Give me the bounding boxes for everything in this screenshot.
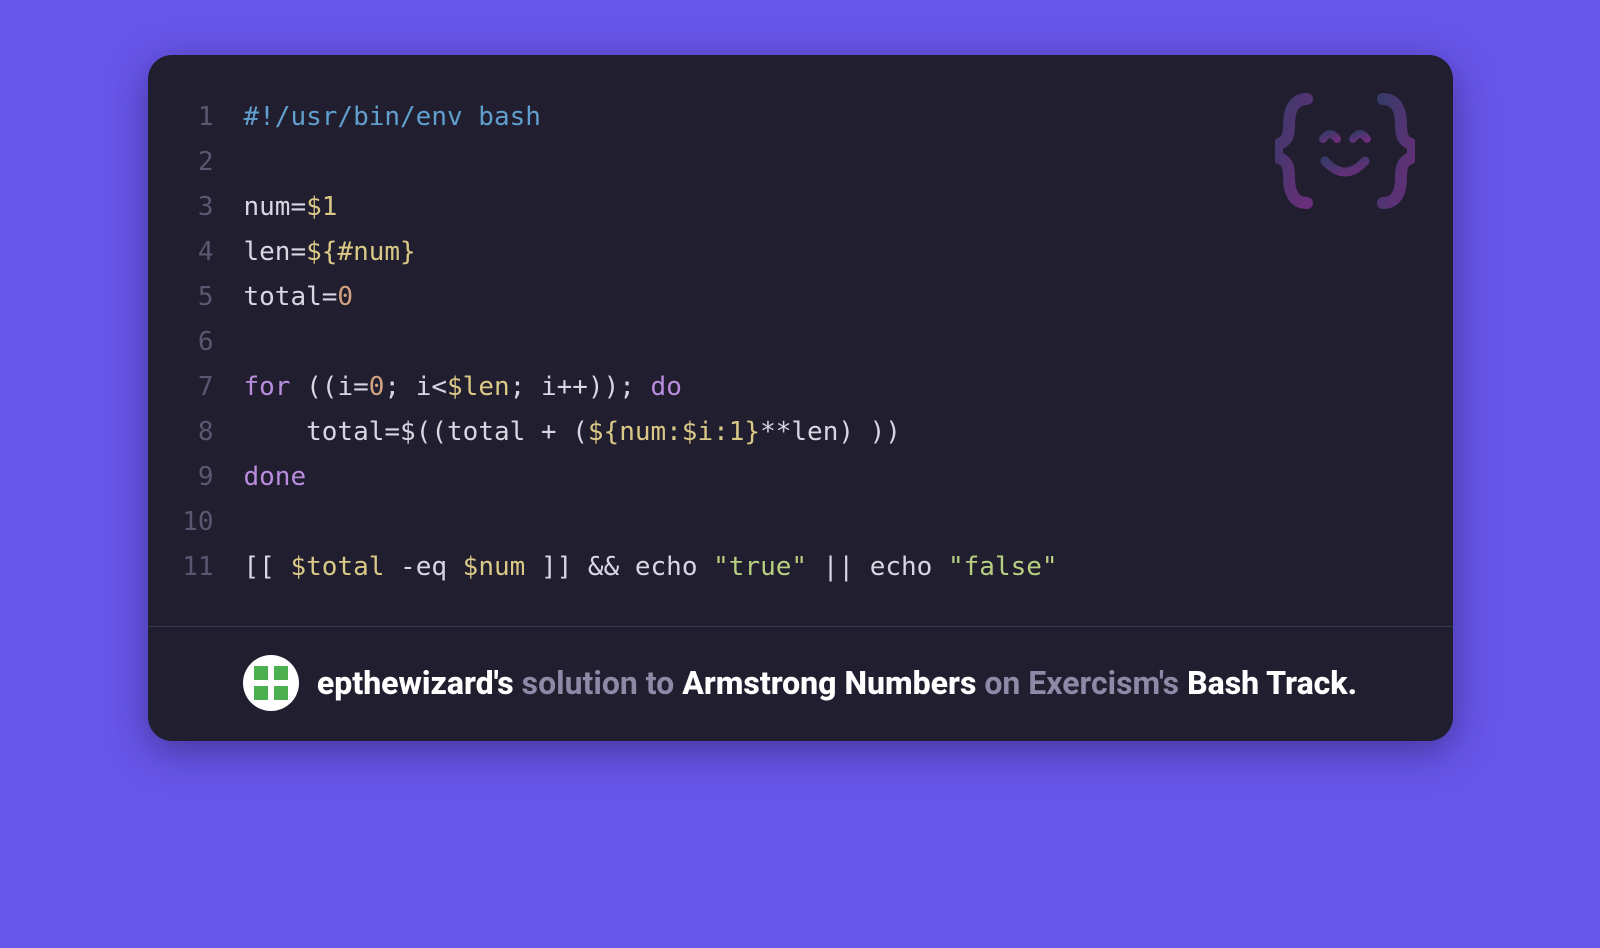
token: -eq	[384, 552, 462, 582]
token: ]] &&	[525, 552, 635, 582]
token: total=	[306, 417, 400, 447]
token	[932, 552, 948, 582]
token: total=	[244, 282, 338, 312]
token: ${#num}	[306, 237, 416, 267]
avatar	[243, 655, 299, 711]
code-line: 3num=$1	[174, 185, 1427, 230]
token: "false"	[948, 552, 1058, 582]
token: $total	[290, 552, 384, 582]
line-source	[244, 140, 260, 185]
line-number: 8	[174, 410, 244, 455]
line-source: [[ $total -eq $num ]] && echo "true" || …	[244, 545, 1058, 590]
line-number: 5	[174, 275, 244, 320]
token: $num	[463, 552, 526, 582]
line-source: num=$1	[244, 185, 338, 230]
line-source: total=$((total + (${num:$i:1}**len) ))	[244, 410, 901, 455]
line-source	[244, 320, 260, 365]
token: for	[244, 372, 291, 402]
caption-exercise: Armstrong Numbers	[682, 664, 976, 702]
code-line: 1#!/usr/bin/env bash	[174, 95, 1427, 140]
caption-username: epthewizard's	[317, 664, 514, 702]
token: ; i++));	[510, 372, 651, 402]
code-block: 1#!/usr/bin/env bash2 3num=$14len=${#num…	[174, 95, 1427, 590]
line-source: done	[244, 455, 307, 500]
token: $1	[306, 192, 337, 222]
token: [[	[244, 552, 291, 582]
token: echo	[635, 552, 698, 582]
code-line: 8 total=$((total + (${num:$i:1}**len) ))	[174, 410, 1427, 455]
caption-track: Bash Track.	[1187, 664, 1357, 702]
token: i=	[337, 372, 368, 402]
code-card: 1#!/usr/bin/env bash2 3num=$14len=${#num…	[148, 55, 1453, 741]
token: 0	[337, 282, 353, 312]
line-number: 10	[174, 500, 244, 545]
caption-text: epthewizard's solution to Armstrong Numb…	[317, 664, 1357, 702]
token: len=	[244, 237, 307, 267]
line-source: for ((i=0; i<$len; i++)); do	[244, 365, 682, 410]
line-source	[244, 500, 260, 545]
token: #!/usr/bin/env bash	[244, 102, 541, 132]
token: do	[651, 372, 682, 402]
token	[244, 417, 307, 447]
code-line: 5total=0	[174, 275, 1427, 320]
token: **len) ))	[760, 417, 901, 447]
code-line: 6	[174, 320, 1427, 365]
line-number: 11	[174, 545, 244, 590]
token: ((	[290, 372, 337, 402]
line-number: 1	[174, 95, 244, 140]
token: echo	[870, 552, 933, 582]
token: $len	[447, 372, 510, 402]
line-number: 6	[174, 320, 244, 365]
avatar-icon	[254, 666, 288, 700]
line-source: total=0	[244, 275, 354, 320]
token: done	[244, 462, 307, 492]
line-number: 2	[174, 140, 244, 185]
token: num=	[244, 192, 307, 222]
line-source: #!/usr/bin/env bash	[244, 95, 541, 140]
caption-solution-to: solution to	[522, 664, 675, 702]
token: $((total + (	[400, 417, 588, 447]
code-line: 9done	[174, 455, 1427, 500]
line-number: 3	[174, 185, 244, 230]
token: ; i<	[384, 372, 447, 402]
caption-footer: epthewizard's solution to Armstrong Numb…	[174, 627, 1427, 711]
line-number: 9	[174, 455, 244, 500]
token: "true"	[713, 552, 807, 582]
line-source: len=${#num}	[244, 230, 416, 275]
code-line: 11[[ $total -eq $num ]] && echo "true" |…	[174, 545, 1427, 590]
token	[698, 552, 714, 582]
caption-on-exercism: on Exercism's	[984, 664, 1179, 702]
code-line: 10	[174, 500, 1427, 545]
token: ||	[807, 552, 870, 582]
token: 0	[369, 372, 385, 402]
token: ${num:$i:1}	[588, 417, 760, 447]
code-line: 7for ((i=0; i<$len; i++)); do	[174, 365, 1427, 410]
code-line: 2	[174, 140, 1427, 185]
line-number: 7	[174, 365, 244, 410]
code-line: 4len=${#num}	[174, 230, 1427, 275]
line-number: 4	[174, 230, 244, 275]
